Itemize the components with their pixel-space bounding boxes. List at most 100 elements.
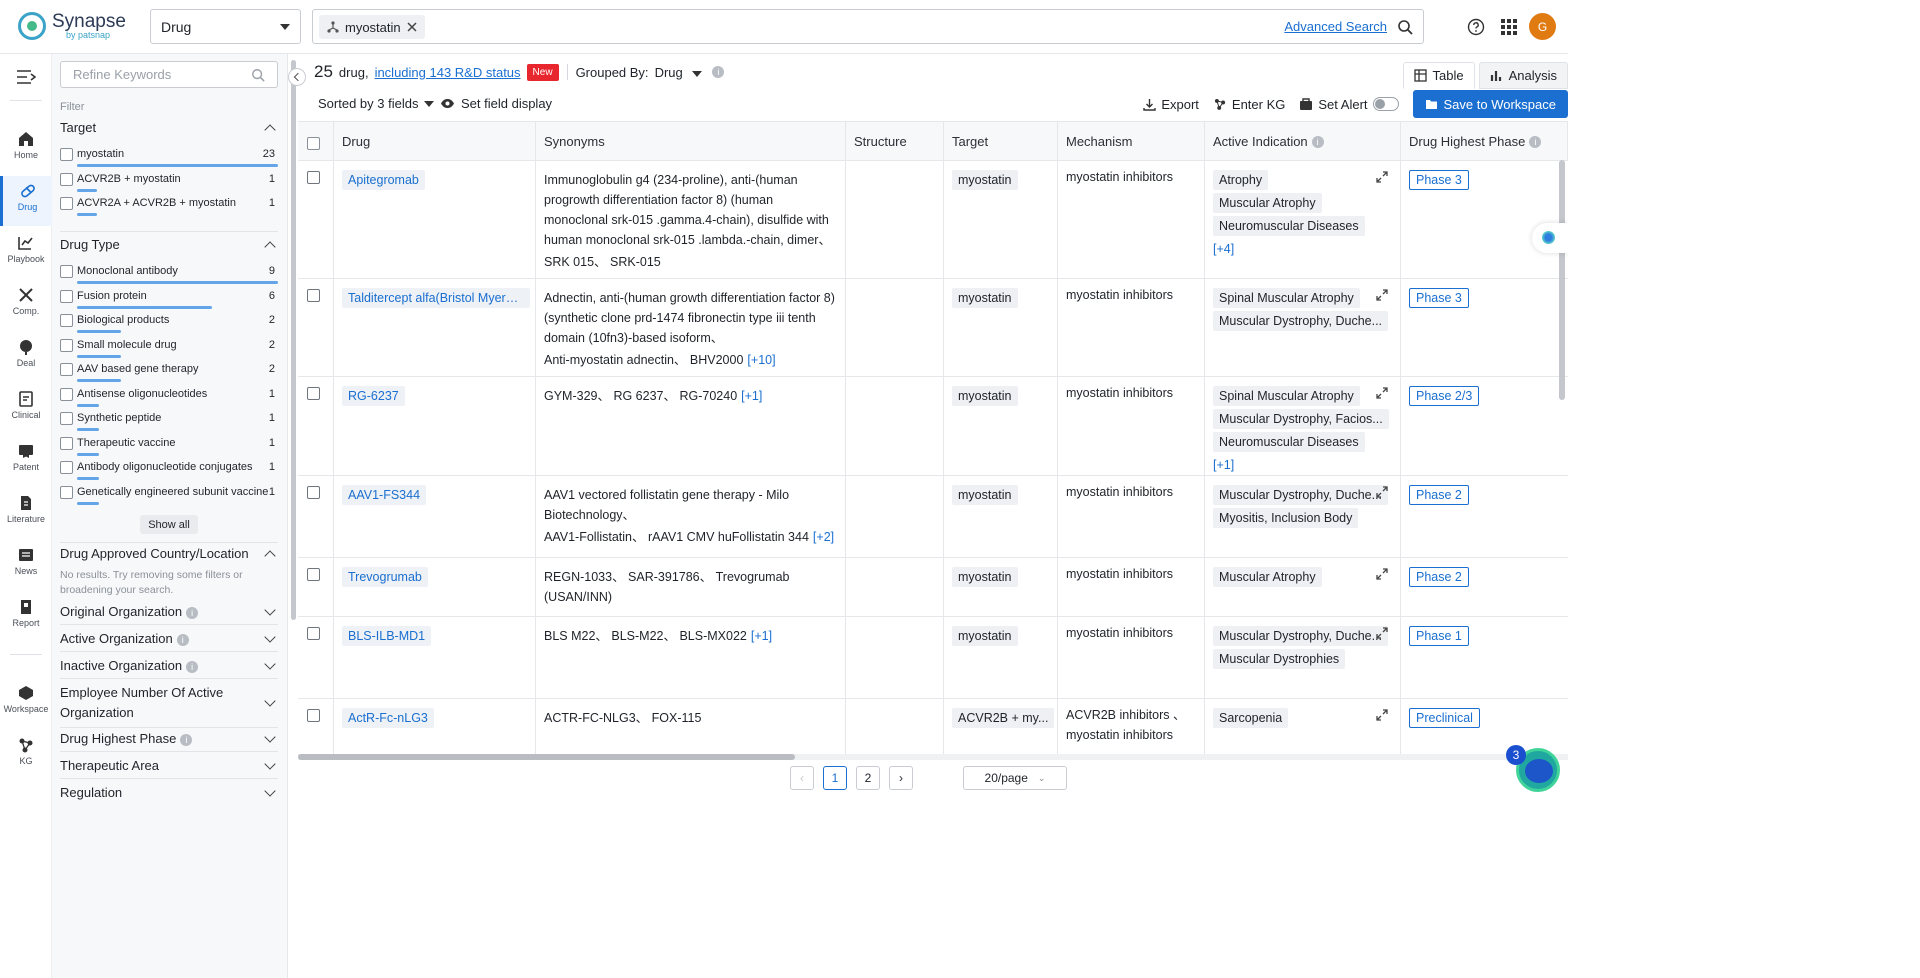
close-icon[interactable] — [407, 22, 417, 32]
grouped-by-select[interactable]: Drug — [655, 65, 703, 80]
target-tag[interactable]: myostatin — [952, 288, 1018, 308]
indication-tag[interactable]: Spinal Muscular Atrophy — [1213, 386, 1360, 406]
expand-icon[interactable] — [1376, 289, 1388, 301]
indication-tag[interactable]: Muscular Dystrophy, Facios... — [1213, 409, 1389, 429]
filter-section-header[interactable]: Drug Highest Phasei — [60, 729, 278, 749]
menu-toggle-icon[interactable] — [16, 70, 36, 84]
select-all-checkbox[interactable] — [307, 137, 320, 150]
filter-section-header[interactable]: Employee Number Of Active Organization — [60, 683, 278, 723]
nav-drug[interactable]: Drug — [0, 176, 52, 226]
indication-tag[interactable]: Spinal Muscular Atrophy — [1213, 288, 1360, 308]
info-icon[interactable]: i — [186, 607, 198, 619]
indications-more-link[interactable]: [+4] — [1213, 242, 1234, 256]
expand-icon[interactable] — [1376, 627, 1388, 639]
phase-badge[interactable]: Phase 3 — [1409, 288, 1469, 308]
drug-name-link[interactable]: AAV1-FS344 — [342, 485, 426, 505]
approved-country-section-header[interactable]: Drug Approved Country/Location — [60, 546, 278, 561]
apps-grid-icon[interactable] — [1500, 18, 1518, 36]
column-header[interactable]: Mechanism — [1058, 122, 1205, 161]
table-row[interactable]: ApitegromabImmunoglobulin g4 (234-prolin… — [298, 161, 1568, 279]
checkbox[interactable] — [60, 290, 73, 303]
checkbox[interactable] — [60, 437, 73, 450]
target-tag[interactable]: myostatin — [952, 567, 1018, 587]
search-icon[interactable] — [251, 68, 265, 82]
drug-name-link[interactable]: RG-6237 — [342, 386, 405, 406]
search-input[interactable]: myostatin Advanced Search — [312, 9, 1424, 44]
target-tag[interactable]: myostatin — [952, 386, 1018, 406]
nav-comp[interactable]: Comp. — [0, 280, 52, 330]
nav-deal[interactable]: Deal — [0, 332, 52, 382]
table-row[interactable]: BLS-ILB-MD1BLS M22、 BLS-M22、 BLS-MX022[+… — [298, 617, 1568, 699]
checkbox[interactable] — [60, 314, 73, 327]
filter-section-header[interactable]: Inactive Organizationi — [60, 656, 278, 676]
ai-assistant-button[interactable] — [1532, 223, 1568, 253]
checkbox[interactable] — [60, 197, 73, 210]
nav-patent[interactable]: Patent — [0, 436, 52, 486]
filter-option[interactable]: Monoclonal antibody9 — [60, 263, 278, 287]
info-icon[interactable]: i — [177, 634, 189, 646]
row-checkbox[interactable] — [307, 627, 320, 640]
checkbox[interactable] — [60, 388, 73, 401]
expand-icon[interactable] — [1376, 387, 1388, 399]
column-header[interactable]: Target — [944, 122, 1058, 161]
search-type-select[interactable]: Drug — [150, 9, 301, 44]
indications-more-link[interactable]: [+1] — [1213, 458, 1234, 472]
filter-option[interactable]: Biological products2 — [60, 312, 278, 336]
row-checkbox[interactable] — [307, 289, 320, 302]
filter-option[interactable]: Fusion protein6 — [60, 288, 278, 312]
target-tag[interactable]: ACVR2B + my... — [952, 708, 1054, 728]
filter-option[interactable]: Synthetic peptide1 — [60, 410, 278, 434]
target-tag[interactable]: myostatin — [952, 485, 1018, 505]
table-row[interactable]: Talditercept alfa(Bristol Myers Sq...Adn… — [298, 279, 1568, 377]
rd-status-link[interactable]: including 143 R&D status — [375, 65, 521, 80]
synonyms-more-link[interactable]: [+10] — [747, 353, 775, 367]
info-icon[interactable]: i — [180, 734, 192, 746]
sort-dropdown[interactable]: Sorted by 3 fields — [318, 96, 434, 111]
filter-option[interactable]: ACVR2B + myostatin1 — [60, 171, 278, 195]
info-icon[interactable]: i — [186, 661, 198, 673]
table-row[interactable]: AAV1-FS344AAV1 vectored follistatin gene… — [298, 476, 1568, 558]
column-header[interactable]: Drug — [334, 122, 536, 161]
indication-tag[interactable]: Muscular Dystrophies — [1213, 649, 1345, 669]
nav-news[interactable]: News — [0, 540, 52, 590]
per-page-select[interactable]: 20/page ⌄ — [963, 766, 1067, 790]
next-page-button[interactable]: › — [889, 766, 913, 790]
phase-badge[interactable]: Phase 3 — [1409, 170, 1469, 190]
set-field-display-button[interactable]: Set field display — [440, 96, 552, 111]
target-tag[interactable]: myostatin — [952, 626, 1018, 646]
indication-tag[interactable]: Sarcopenia — [1213, 708, 1288, 728]
table-row[interactable]: RG-6237GYM-329、 RG 6237、 RG-70240[+1]myo… — [298, 377, 1568, 476]
prev-page-button[interactable]: ‹ — [790, 766, 814, 790]
row-checkbox[interactable] — [307, 709, 320, 722]
row-checkbox[interactable] — [307, 171, 320, 184]
set-alert-control[interactable]: Set Alert — [1299, 97, 1398, 112]
drug-name-link[interactable]: Apitegromab — [342, 170, 425, 190]
column-header[interactable]: Structure — [846, 122, 944, 161]
tab-analysis[interactable]: Analysis — [1479, 62, 1568, 89]
checkbox[interactable] — [60, 412, 73, 425]
indication-tag[interactable]: Myositis, Inclusion Body — [1213, 508, 1358, 528]
target-section-header[interactable]: Target — [60, 120, 278, 135]
search-chip[interactable]: myostatin — [319, 15, 425, 39]
filter-section-header[interactable]: Therapeutic Area — [60, 756, 278, 776]
enter-kg-button[interactable]: Enter KG — [1213, 97, 1285, 112]
refine-keywords-input[interactable]: Refine Keywords — [60, 61, 278, 88]
phase-badge[interactable]: Phase 2 — [1409, 485, 1469, 505]
checkbox[interactable] — [60, 148, 73, 161]
row-checkbox[interactable] — [307, 568, 320, 581]
table-horizontal-scrollbar[interactable] — [298, 754, 1568, 760]
checkbox[interactable] — [60, 486, 73, 499]
page-1-button[interactable]: 1 — [823, 766, 847, 790]
drug-name-link[interactable]: ActR-Fc-nLG3 — [342, 708, 434, 728]
synapse-logo[interactable]: Synapse by patsnap — [18, 12, 126, 40]
phase-badge[interactable]: Phase 2 — [1409, 567, 1469, 587]
phase-badge[interactable]: Phase 1 — [1409, 626, 1469, 646]
advanced-search-link[interactable]: Advanced Search — [1284, 19, 1387, 34]
checkbox[interactable] — [60, 265, 73, 278]
phase-badge[interactable]: Phase 2/3 — [1409, 386, 1479, 406]
save-to-workspace-button[interactable]: Save to Workspace — [1413, 90, 1568, 118]
synonyms-more-link[interactable]: [+2] — [813, 530, 834, 544]
phase-badge[interactable]: Preclinical — [1409, 708, 1480, 728]
nav-report[interactable]: Report — [0, 592, 52, 642]
search-icon[interactable] — [1397, 19, 1413, 35]
